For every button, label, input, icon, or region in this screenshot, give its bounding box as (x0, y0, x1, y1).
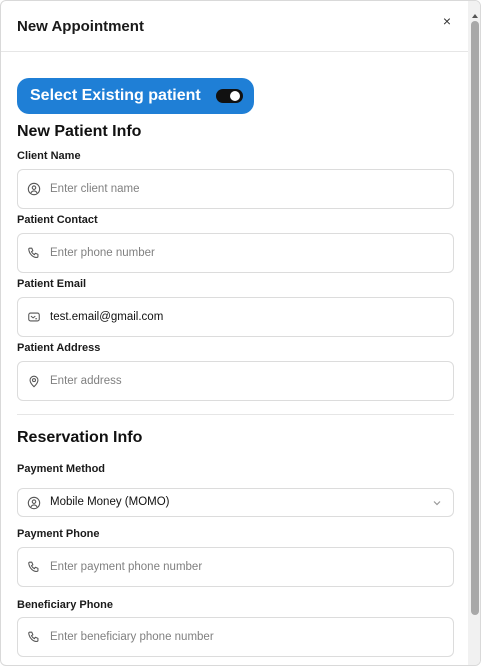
payment-method-value: Mobile Money (MOMO) (50, 496, 170, 508)
user-icon (27, 496, 41, 510)
payment-phone-field (17, 547, 454, 587)
reservation-info-heading: Reservation Info (17, 429, 143, 446)
patient-contact-label: Patient Contact (17, 214, 98, 226)
phone-icon (27, 246, 41, 260)
patient-contact-input[interactable] (50, 234, 445, 272)
beneficiary-phone-input[interactable] (50, 618, 445, 656)
toggle-knob (230, 91, 240, 101)
client-name-input[interactable] (50, 170, 445, 208)
payment-phone-label: Payment Phone (17, 528, 100, 540)
mail-icon (27, 310, 41, 324)
close-icon[interactable]: × (439, 13, 455, 29)
scrollbar[interactable] (468, 1, 480, 665)
dialog-header: New Appointment × (1, 1, 468, 52)
new-appointment-dialog: New Appointment × Select Existing patien… (0, 0, 481, 666)
patient-address-label: Patient Address (17, 342, 101, 354)
phone-icon (27, 560, 41, 574)
select-existing-patient-toggle[interactable]: Select Existing patient (17, 78, 254, 114)
beneficiary-phone-label: Beneficiary Phone (17, 599, 113, 611)
payment-method-label: Payment Method (17, 463, 106, 475)
client-name-label: Client Name (17, 150, 81, 162)
patient-email-field (17, 297, 454, 337)
user-icon (27, 182, 41, 196)
section-divider (17, 414, 454, 415)
payment-method-select[interactable]: Mobile Money (MOMO) (17, 488, 454, 517)
patient-address-input[interactable] (50, 362, 445, 400)
toggle-switch[interactable] (216, 89, 243, 103)
phone-icon (27, 630, 41, 644)
scrollbar-thumb[interactable] (471, 21, 479, 615)
chevron-down-icon (431, 496, 443, 508)
patient-contact-field (17, 233, 454, 273)
toggle-label: Select Existing patient (30, 87, 201, 104)
patient-address-field (17, 361, 454, 401)
new-patient-info-heading: New Patient Info (17, 123, 142, 140)
beneficiary-phone-field (17, 617, 454, 657)
dialog-title: New Appointment (17, 18, 144, 35)
location-pin-icon (27, 374, 41, 388)
client-name-field (17, 169, 454, 209)
payment-phone-input[interactable] (50, 548, 445, 586)
scroll-up-arrow-icon[interactable] (468, 7, 480, 18)
patient-email-input[interactable] (50, 298, 445, 336)
patient-email-label: Patient Email (17, 278, 87, 290)
